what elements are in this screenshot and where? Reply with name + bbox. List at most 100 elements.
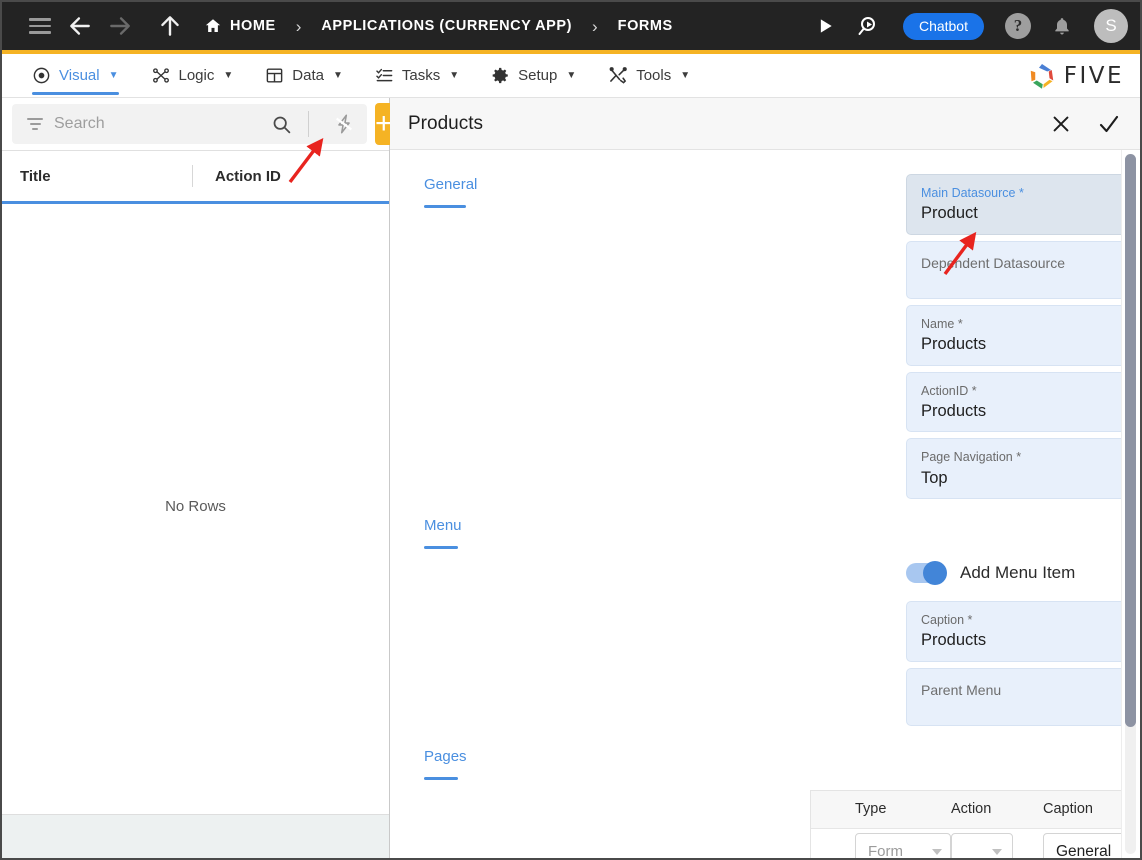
section-tab-menu[interactable]: Menu — [424, 517, 462, 549]
chevron-down-icon — [992, 849, 1002, 855]
top-navigation-bar: HOME › APPLICATIONS (CURRENCY APP) › FOR… — [2, 2, 1140, 50]
pages-cell-type: Form — [811, 833, 951, 858]
search-input[interactable] — [54, 115, 261, 133]
field-value-caption: Products — [921, 630, 1140, 651]
up-arrow-icon[interactable] — [150, 6, 190, 46]
forms-list-panel: + Title Action ID No Rows — [2, 98, 390, 858]
table-row: Form — [811, 829, 1140, 858]
chevron-down-icon: ▼ — [223, 71, 233, 81]
search-chat-icon[interactable] — [849, 6, 889, 46]
toolbar-divider — [308, 111, 309, 137]
search-box[interactable] — [12, 104, 367, 144]
menu-fields: Add Menu Item Caption * Products Parent … — [906, 563, 1140, 726]
breadcrumb: HOME › APPLICATIONS (CURRENCY APP) › FOR… — [200, 17, 677, 35]
section-underline — [424, 546, 458, 549]
page-title: Products — [408, 113, 483, 135]
vertical-scrollbar-thumb[interactable] — [1125, 154, 1136, 727]
field-page-navigation[interactable]: Page Navigation * Top — [906, 438, 1140, 499]
chevron-down-icon: ▼ — [449, 71, 459, 81]
section-tab-general[interactable]: General — [424, 176, 477, 208]
active-menu-underline — [32, 92, 119, 95]
menu-item-setup[interactable]: Setup ▼ — [475, 54, 592, 97]
breadcrumb-label-home: HOME — [230, 18, 276, 34]
section-label-menu: Menu — [424, 517, 462, 534]
field-parent-menu[interactable]: Parent Menu — [906, 668, 1140, 726]
section-underline — [424, 205, 466, 208]
close-x-icon[interactable] — [1048, 111, 1074, 137]
application-window: HOME › APPLICATIONS (CURRENCY APP) › FOR… — [0, 0, 1142, 860]
five-pinwheel-icon — [1027, 61, 1057, 91]
field-dependent-datasource[interactable]: Dependent Datasource — [906, 241, 1140, 299]
list-empty-state: No Rows — [2, 204, 389, 814]
menu-item-tasks[interactable]: Tasks ▼ — [359, 54, 475, 97]
field-action-id[interactable]: ActionID * Products — [906, 372, 1140, 433]
menu-item-visual[interactable]: Visual ▼ — [16, 54, 135, 97]
pages-table-header: Type Action Caption + — [811, 791, 1140, 829]
pages-column-type: Type — [811, 801, 951, 817]
brand-name: FIVE — [1064, 63, 1124, 89]
chevron-down-icon: ▼ — [109, 71, 119, 81]
add-menu-item-toggle-row: Add Menu Item — [906, 563, 1140, 583]
chatbot-button[interactable]: Chatbot — [903, 13, 984, 40]
notification-bell-icon[interactable] — [1042, 6, 1082, 46]
field-label-caption: Caption * — [921, 612, 1140, 628]
filter-icon[interactable] — [26, 118, 44, 130]
field-label-action-id: ActionID * — [921, 383, 1140, 399]
search-icon[interactable] — [271, 114, 292, 135]
breadcrumb-item-home[interactable]: HOME — [200, 17, 280, 35]
list-footer — [2, 814, 389, 858]
menu-item-data[interactable]: Data ▼ — [249, 54, 359, 97]
page-type-value: Form — [868, 843, 903, 858]
field-value-name: Products — [921, 334, 1140, 355]
section-label-general: General — [424, 176, 477, 193]
field-caption[interactable]: Caption * Products — [906, 601, 1140, 662]
field-main-datasource[interactable]: Main Datasource * Product — [906, 174, 1140, 235]
page-type-select[interactable]: Form — [855, 833, 951, 858]
field-label-page-navigation: Page Navigation * — [921, 449, 1140, 465]
menu-label-setup: Setup — [518, 67, 557, 84]
lightning-bolt-icon[interactable] — [329, 112, 359, 136]
back-arrow-icon[interactable] — [60, 6, 100, 46]
column-header-action-id[interactable]: Action ID — [193, 168, 281, 185]
menu-item-logic[interactable]: Logic ▼ — [135, 54, 250, 97]
field-label-parent-menu: Parent Menu — [921, 681, 1140, 699]
column-header-title[interactable]: Title — [20, 168, 192, 185]
section-pages: Pages — [390, 748, 1140, 780]
forward-arrow-icon[interactable] — [100, 6, 140, 46]
menu-label-data: Data — [292, 67, 324, 84]
page-action-select[interactable] — [951, 833, 1013, 858]
pages-cell-action — [951, 833, 1043, 858]
hamburger-menu-icon[interactable] — [20, 6, 60, 46]
field-name[interactable]: Name * Products — [906, 305, 1140, 366]
pages-column-action: Action — [951, 801, 1043, 817]
breadcrumb-item-applications[interactable]: APPLICATIONS (CURRENCY APP) — [317, 18, 576, 34]
section-tab-pages[interactable]: Pages — [424, 748, 467, 780]
eye-icon — [32, 66, 51, 85]
breadcrumb-item-forms[interactable]: FORMS — [614, 18, 677, 34]
top-bar-actions: Chatbot ? S — [805, 6, 1128, 46]
general-fields: Main Datasource * Product Dependent Data… — [906, 174, 1140, 499]
play-icon[interactable] — [805, 6, 845, 46]
form-editor-actions — [1048, 111, 1122, 137]
brand-logo: FIVE — [1027, 54, 1140, 97]
menu-item-tools[interactable]: Tools ▼ — [592, 54, 706, 97]
pages-table: Type Action Caption + Form — [810, 790, 1140, 858]
toggle-label-add-menu-item: Add Menu Item — [960, 563, 1075, 583]
search-toolbar: + — [2, 98, 389, 150]
breadcrumb-separator-2: › — [576, 18, 614, 35]
main-body: + Title Action ID No Rows Products — [2, 98, 1140, 858]
section-label-pages: Pages — [424, 748, 467, 765]
gear-icon — [491, 66, 510, 85]
add-menu-item-toggle[interactable] — [906, 563, 946, 583]
menu-label-tasks: Tasks — [402, 67, 440, 84]
chevron-down-icon: ▼ — [333, 71, 343, 81]
home-icon — [204, 17, 222, 35]
help-circle-icon[interactable]: ? — [998, 6, 1038, 46]
chevron-down-icon: ▼ — [566, 71, 576, 81]
user-avatar[interactable]: S — [1094, 9, 1128, 43]
check-tick-icon[interactable] — [1096, 111, 1122, 137]
menu-label-logic: Logic — [179, 67, 215, 84]
tools-wrench-icon — [608, 66, 628, 85]
list-column-headers: Title Action ID — [2, 150, 389, 204]
vertical-scrollbar-track[interactable] — [1125, 154, 1136, 854]
